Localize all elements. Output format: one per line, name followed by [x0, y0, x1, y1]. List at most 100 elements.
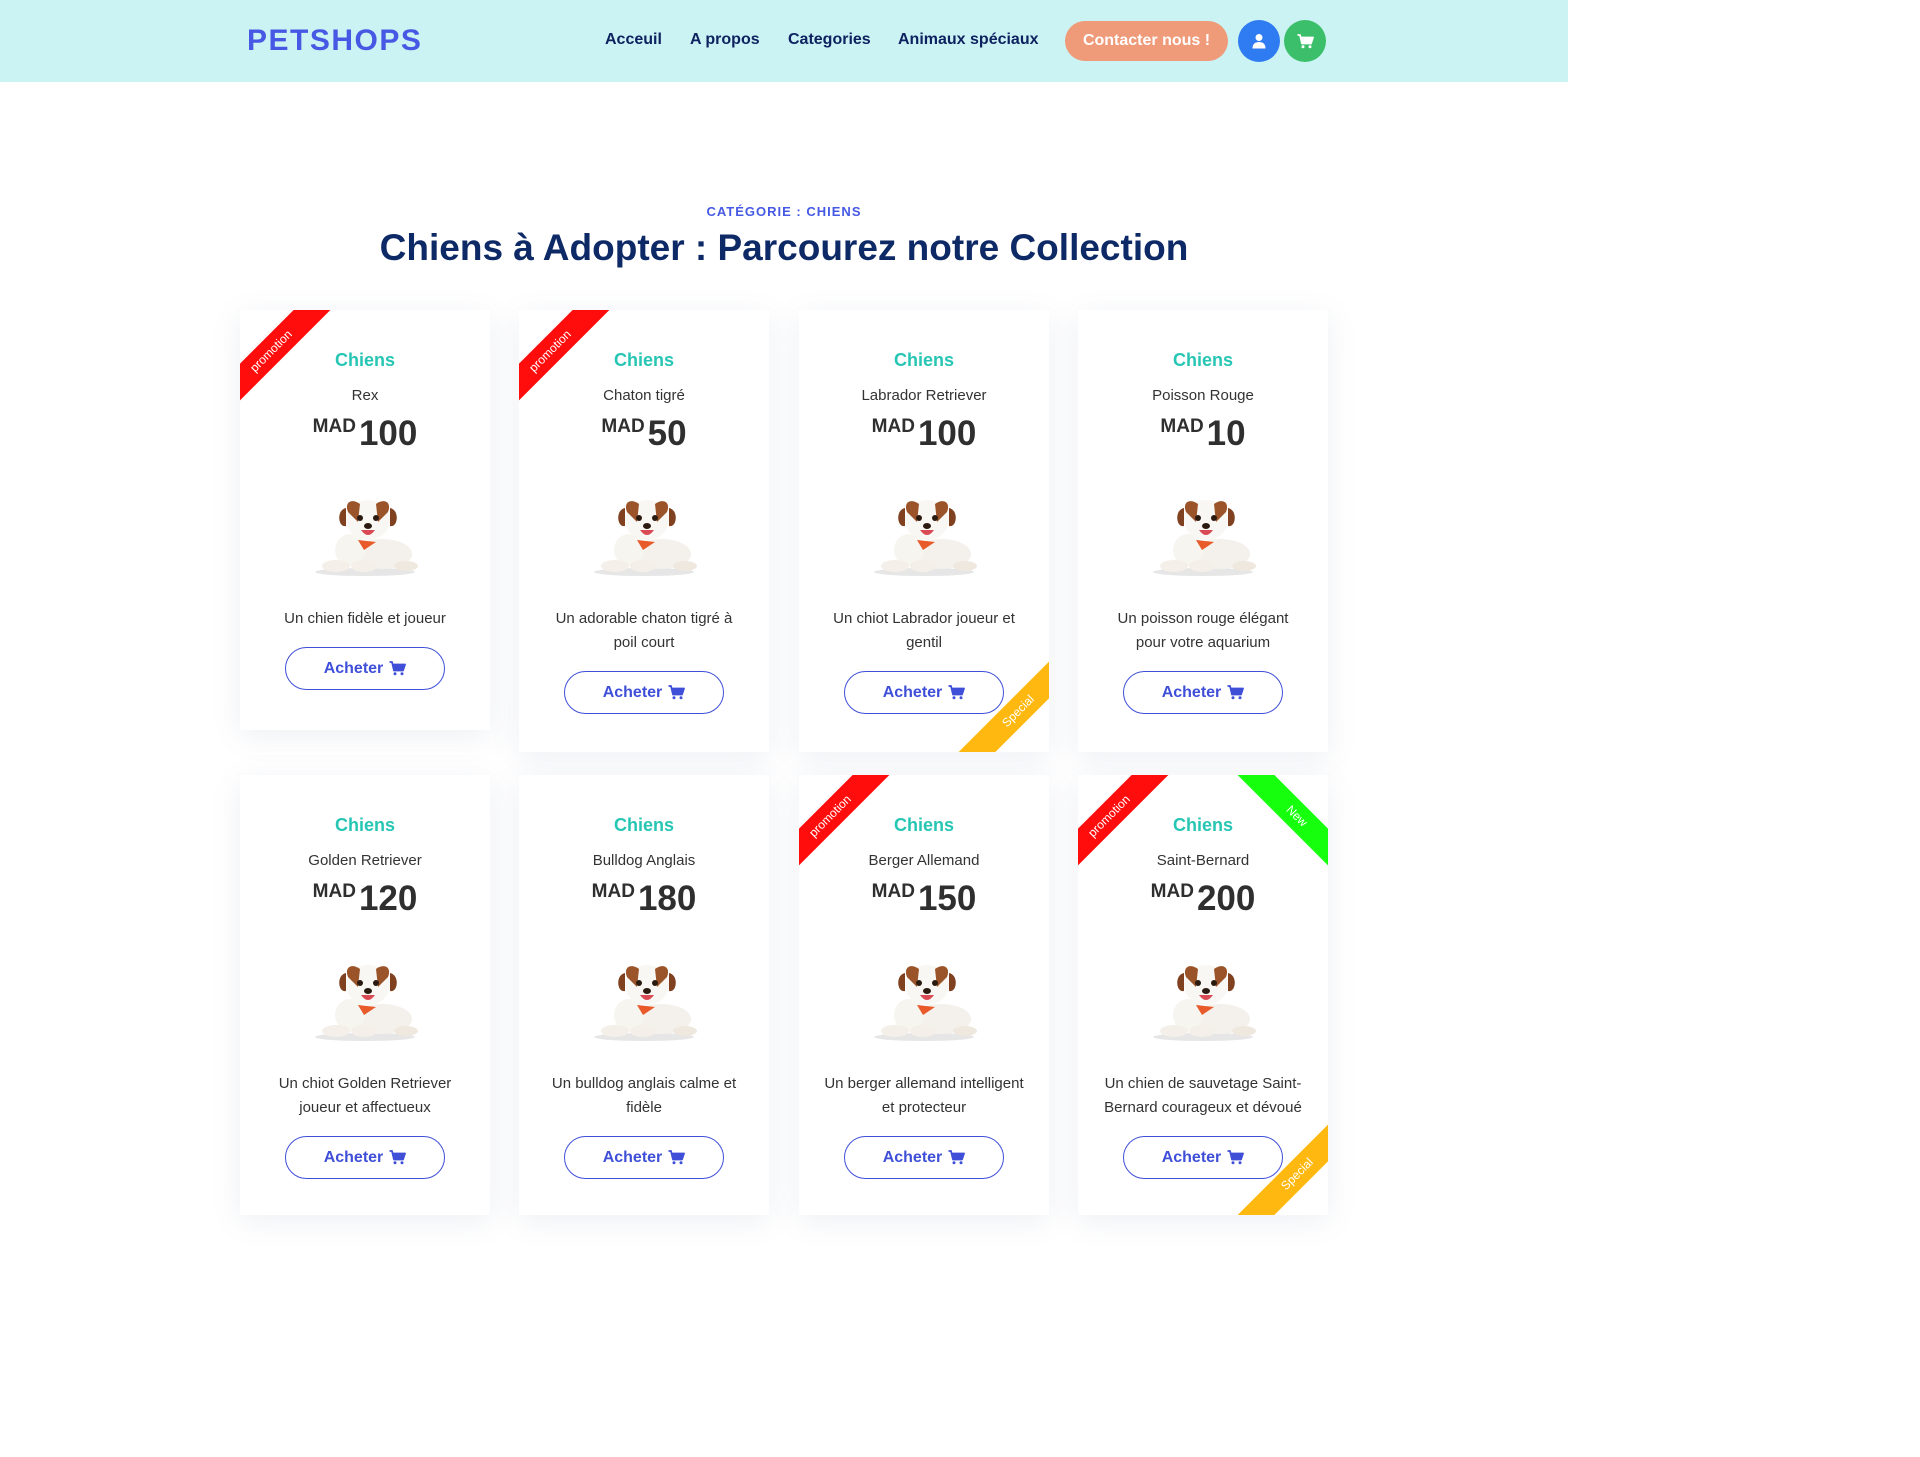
nav-link-a-propos[interactable]: A propos: [690, 31, 760, 49]
product-description: Un chiot Golden Retriever joueur et affe…: [278, 1075, 452, 1116]
product-category: Chiens: [893, 815, 954, 835]
buy-button-label: Acheter: [882, 1148, 943, 1166]
nav-link-acceuil[interactable]: Acceuil: [605, 31, 662, 49]
product-image: [300, 488, 430, 578]
product-image: [579, 488, 709, 578]
buy-button-label: Acheter: [882, 683, 943, 701]
product-category: Chiens: [613, 815, 674, 835]
buy-button[interactable]: Acheter: [564, 1136, 724, 1179]
buy-button[interactable]: Acheter: [285, 1136, 445, 1179]
product-description: Un chien de sauvetage Saint-Bernard cour…: [1104, 1075, 1302, 1116]
product-name: Poisson Rouge: [1152, 387, 1254, 404]
user-icon: [1252, 34, 1266, 49]
price-amount: 200: [1196, 879, 1256, 918]
price-currency: MAD: [871, 416, 915, 437]
user-account-button[interactable]: [1238, 20, 1280, 62]
product-price: MAD180: [519, 879, 769, 919]
product-category: Chiens: [334, 815, 395, 835]
buy-button-label: Acheter: [323, 1148, 384, 1166]
price-amount: 100: [917, 414, 977, 453]
top-navbar: PETSHOPS Acceuil A propos Categories Ani…: [0, 0, 1568, 82]
product-description: Un bulldog anglais calme et fidèle: [551, 1075, 737, 1116]
product-name: Rex: [351, 387, 379, 404]
product-category: Chiens: [1172, 815, 1233, 835]
product-name: Bulldog Anglais: [592, 852, 696, 869]
product-category: Chiens: [893, 350, 954, 370]
product-price: MAD50: [519, 414, 769, 454]
price-currency: MAD: [601, 416, 645, 437]
nav-link-categories[interactable]: Categories: [788, 31, 871, 49]
product-name: Saint-Bernard: [1156, 852, 1250, 869]
product-image: [859, 488, 989, 578]
buy-button[interactable]: Acheter: [285, 647, 445, 690]
product-description: Un chiot Labrador joueur et gentil: [833, 610, 1015, 651]
cart-icon: [948, 1150, 966, 1165]
product-card: promotion Chiens Berger Allemand MAD150 Un …: [799, 775, 1049, 1215]
price-amount: 10: [1206, 414, 1246, 453]
product-description: Un chien fidèle et joueur: [284, 610, 446, 627]
price-currency: MAD: [312, 881, 356, 902]
buy-button[interactable]: Acheter: [1123, 671, 1283, 714]
price-amount: 50: [647, 414, 687, 453]
product-name: Golden Retriever: [308, 852, 422, 869]
cart-button[interactable]: [1284, 20, 1326, 62]
product-image: [1138, 488, 1268, 578]
contact-button[interactable]: Contacter nous !: [1065, 21, 1228, 61]
price-amount: 180: [637, 879, 697, 918]
price-currency: MAD: [1160, 416, 1204, 437]
product-image: [859, 953, 989, 1043]
price-amount: 150: [917, 879, 977, 918]
cart-icon: [1227, 685, 1245, 700]
price-currency: MAD: [591, 881, 635, 902]
buy-button-label: Acheter: [1161, 1148, 1222, 1166]
product-card: promotion Chiens Rex MAD100 Un chien fidèle…: [240, 310, 490, 730]
buy-button[interactable]: Acheter: [844, 671, 1004, 714]
cart-icon: [668, 1150, 686, 1165]
product-image: [579, 953, 709, 1043]
buy-button[interactable]: Acheter: [564, 671, 724, 714]
product-card: promotion Chiens Chaton tigré MAD50 Un ador…: [519, 310, 769, 752]
price-currency: MAD: [1150, 881, 1194, 902]
product-category: Chiens: [1172, 350, 1233, 370]
product-price: MAD100: [799, 414, 1049, 454]
page-title: Chiens à Adopter : Parcourez notre Colle…: [379, 227, 1189, 268]
buy-button[interactable]: Acheter: [1123, 1136, 1283, 1179]
section-category-label: CATÉGORIE : CHIENS: [706, 204, 862, 219]
cart-icon: [948, 685, 966, 700]
product-price: MAD100: [240, 414, 490, 454]
buy-button-label: Acheter: [602, 683, 663, 701]
cart-icon: [668, 685, 686, 700]
product-name: Berger Allemand: [868, 852, 980, 869]
nav-link-animaux-speciaux[interactable]: Animaux spéciaux: [898, 31, 1039, 49]
product-category: Chiens: [613, 350, 674, 370]
cart-icon: [1227, 1150, 1245, 1165]
product-name: Chaton tigré: [603, 387, 685, 404]
price-amount: 120: [358, 879, 418, 918]
product-price: MAD200: [1078, 879, 1328, 919]
buy-button-label: Acheter: [323, 659, 384, 677]
buy-button-label: Acheter: [1161, 683, 1222, 701]
product-image: [1138, 953, 1268, 1043]
product-price: MAD10: [1078, 414, 1328, 454]
product-category: Chiens: [334, 350, 395, 370]
price-currency: MAD: [312, 416, 356, 437]
product-card: Chiens Poisson Rouge MAD10 Un poisson roug…: [1078, 310, 1328, 752]
product-card: Special Chiens Labrador Retriever MAD100 Un…: [799, 310, 1049, 752]
product-card: Chiens Golden Retriever MAD120 Un chiot Go…: [240, 775, 490, 1215]
product-image: [300, 953, 430, 1043]
site-logo[interactable]: PETSHOPS: [247, 24, 422, 58]
product-description: Un poisson rouge élégant pour votre aqua…: [1117, 610, 1289, 651]
cart-icon: [1297, 33, 1314, 48]
product-description: Un adorable chaton tigré à poil court: [555, 610, 733, 651]
buy-button[interactable]: Acheter: [844, 1136, 1004, 1179]
product-name: Labrador Retriever: [861, 387, 987, 404]
product-card: Chiens Bulldog Anglais MAD180 Un bulldog a…: [519, 775, 769, 1215]
cart-icon: [389, 1150, 407, 1165]
product-price: MAD120: [240, 879, 490, 919]
buy-button-label: Acheter: [602, 1148, 663, 1166]
product-description: Un berger allemand intelligent et protec…: [824, 1075, 1024, 1116]
price-currency: MAD: [871, 881, 915, 902]
price-amount: 100: [358, 414, 418, 453]
product-card: promotion New Special Chiens Saint-Bernard MA…: [1078, 775, 1328, 1215]
product-price: MAD150: [799, 879, 1049, 919]
